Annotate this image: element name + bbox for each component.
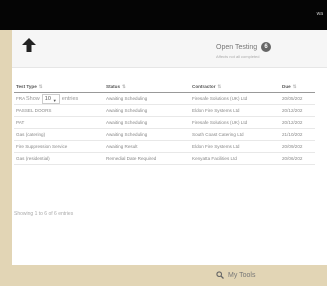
cell-status: Awaiting Scheduling — [104, 104, 190, 117]
open-testing-count-badge: 6 — [261, 42, 272, 52]
cell-contractor: Firesafe Solutions (UK) Ltd — [190, 92, 280, 105]
column-header-due[interactable]: Due ⇅ — [280, 82, 315, 93]
column-header-test-type[interactable]: Test Type ⇅ — [14, 82, 104, 93]
cell-test-type: PAT — [14, 116, 104, 129]
cell-contractor: Eldon Fire Systems Ltd — [190, 104, 280, 117]
cell-status: Remedial Date Required — [104, 152, 190, 165]
sort-icon: ⇅ — [122, 83, 126, 89]
sort-icon: ⇅ — [38, 83, 43, 89]
top-bar: wa — [0, 0, 327, 30]
cell-contractor: South Coast Catering Ltd — [190, 128, 280, 141]
table-row[interactable]: Gas (residential) Remedial Date Required… — [14, 152, 315, 165]
cell-test-type: Gas (residential) — [14, 152, 104, 165]
testing-table: Test Type ⇅ Status ⇅ Contractor ⇅ Due ⇅ FRA … — [14, 82, 315, 165]
cell-status: Awaiting Scheduling — [104, 92, 190, 105]
my-tools-button[interactable]: My Tools — [216, 271, 256, 279]
cell-contractor: Kenyatta Facilities Ltd — [190, 152, 280, 165]
cell-test-type: Fire Suppression Service — [14, 140, 104, 153]
cell-contractor: Eldon Fire Systems Ltd — [190, 140, 280, 153]
upload-arrow-icon[interactable] — [22, 38, 36, 54]
panel-header: Open Testing 6 Affects not all completed — [12, 30, 327, 68]
cell-test-type: PASSEL DOORS — [14, 104, 104, 117]
user-name[interactable]: wa — [317, 11, 323, 17]
cell-due: 20/06/202 — [280, 152, 315, 165]
table-row[interactable]: FRA Awaiting Scheduling Firesafe Solutio… — [14, 92, 315, 105]
sort-icon: ⇅ — [217, 83, 222, 89]
table-header-row: Test Type ⇅ Status ⇅ Contractor ⇅ Due ⇅ — [14, 82, 315, 93]
cell-status: Awaiting Scheduling — [104, 116, 190, 129]
cell-contractor: Firesafe Solutions (UK) Ltd — [190, 116, 280, 129]
cell-due: 20/09/202 — [280, 140, 315, 153]
cell-due: 20/12/202 — [280, 104, 315, 117]
open-testing-label: Open Testing — [216, 43, 258, 51]
open-testing-subtitle: Affects not all completed — [216, 54, 260, 59]
table-info: Showing 1 to 6 of 6 entries — [14, 211, 74, 217]
cell-test-type: FRA — [14, 92, 104, 105]
cell-status: Awaiting Scheduling — [104, 128, 190, 141]
footer-bar: My Tools — [0, 265, 327, 286]
cell-test-type: Gas (catering) — [14, 128, 104, 141]
search-icon — [216, 271, 224, 279]
my-tools-label: My Tools — [228, 271, 256, 279]
cell-due: 21/10/202 — [280, 128, 315, 141]
table-row[interactable]: PASSEL DOORS Awaiting Scheduling Eldon F… — [14, 104, 315, 117]
column-header-status[interactable]: Status ⇅ — [104, 82, 190, 93]
table-row[interactable]: Gas (catering) Awaiting Scheduling South… — [14, 128, 315, 141]
open-testing-title[interactable]: Open Testing 6 — [216, 42, 272, 52]
table-row[interactable]: PAT Awaiting Scheduling Firesafe Solutio… — [14, 116, 315, 129]
table-row[interactable]: Fire Suppression Service Awaiting Result… — [14, 140, 315, 153]
cell-status: Awaiting Result — [104, 140, 190, 153]
sort-icon: ⇅ — [292, 83, 297, 89]
cell-due: 20/12/202 — [280, 116, 315, 129]
cell-due: 20/05/202 — [280, 92, 315, 105]
column-header-contractor[interactable]: Contractor ⇅ — [190, 82, 280, 93]
